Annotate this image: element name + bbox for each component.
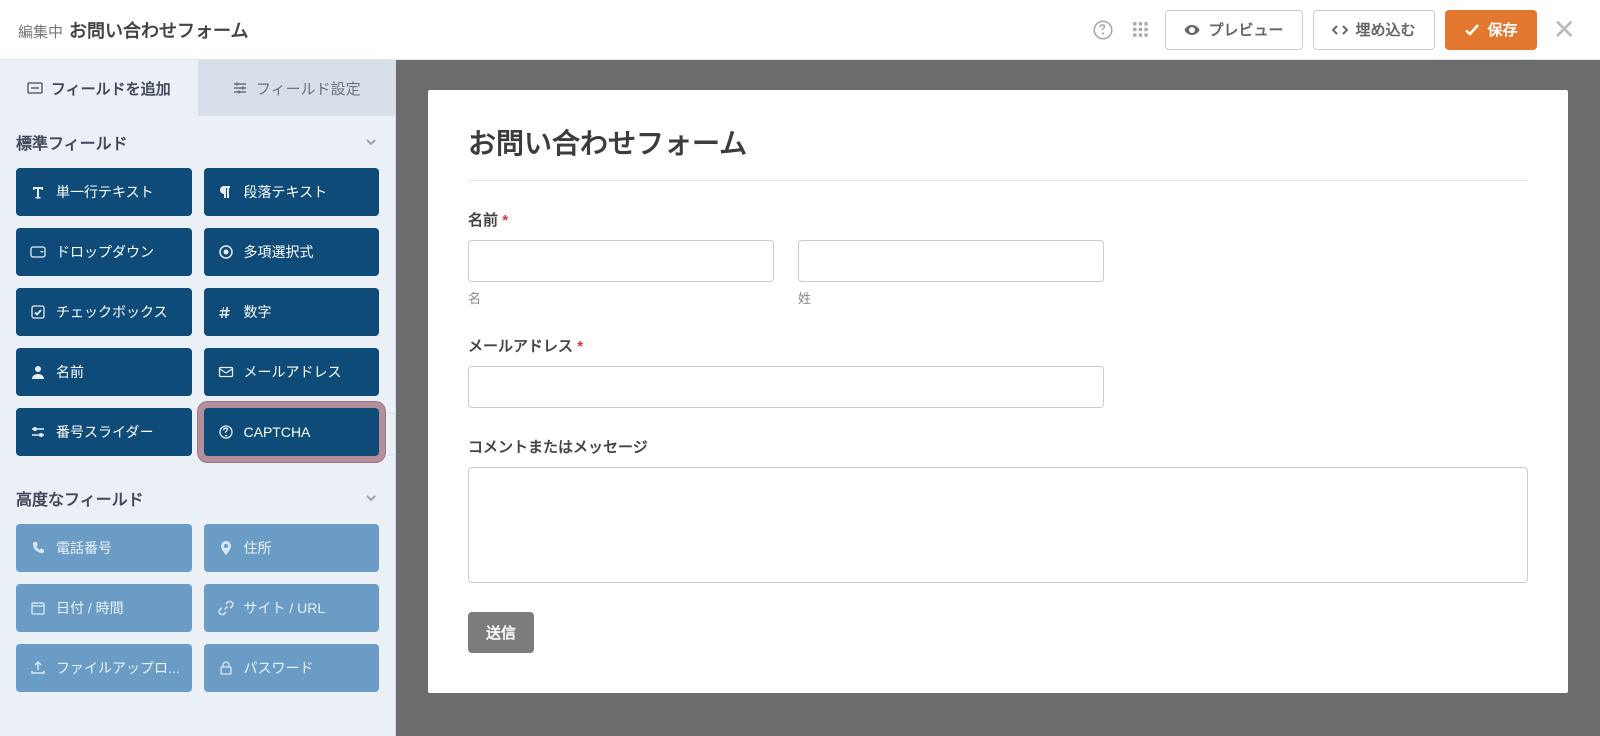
chevron-down-icon (363, 490, 379, 506)
link-icon (218, 600, 234, 616)
slider-icon (30, 424, 46, 440)
field-button-checkbox[interactable]: チェックボックス (16, 288, 192, 336)
address-icon (218, 540, 234, 556)
preview-button[interactable]: プレビュー (1165, 10, 1302, 50)
field-button-label: CAPTCHA (244, 424, 311, 440)
collapse-sidebar-button[interactable] (387, 412, 396, 456)
help-icon[interactable] (1089, 16, 1117, 44)
paragraph-icon (218, 184, 234, 200)
comment-textarea[interactable] (468, 467, 1528, 583)
advanced-field-grid: 電話番号 住所日付 / 時間 サイト / URL ファイルアップロ... パスワード (0, 524, 395, 708)
field-button-email[interactable]: メールアドレス (204, 348, 380, 396)
field-button-slider[interactable]: 番号スライダー (16, 408, 192, 456)
text-icon (30, 184, 46, 200)
submit-label: 送信 (486, 622, 516, 643)
email-icon (218, 364, 234, 380)
field-button-label: サイト / URL (244, 598, 326, 618)
field-button-phone[interactable]: 電話番号 (16, 524, 192, 572)
sliders-icon (232, 80, 248, 96)
eye-icon (1184, 22, 1200, 38)
first-name-input[interactable] (468, 240, 774, 282)
field-email: メールアドレス * (468, 335, 1528, 408)
required-mark: * (502, 212, 508, 229)
field-name: 名前 * 名 姓 (468, 209, 1528, 307)
tab-field-settings[interactable]: フィールド設定 (198, 60, 396, 116)
add-field-icon (27, 80, 43, 96)
field-button-label: ドロップダウン (56, 242, 154, 262)
field-button-label: 数字 (244, 302, 272, 322)
preview-label: プレビュー (1208, 19, 1283, 40)
field-button-label: 段落テキスト (244, 182, 328, 202)
date-icon (30, 600, 46, 616)
name-label: 名前 * (468, 209, 1528, 230)
field-button-number[interactable]: 数字 (204, 288, 380, 336)
apps-grid-icon[interactable] (1127, 16, 1155, 44)
last-name-input[interactable] (798, 240, 1104, 282)
field-button-paragraph[interactable]: 段落テキスト (204, 168, 380, 216)
field-button-link[interactable]: サイト / URL (204, 584, 380, 632)
last-name-sublabel: 姓 (798, 288, 1104, 307)
field-button-radio[interactable]: 多項選択式 (204, 228, 380, 276)
embed-label: 埋め込む (1356, 19, 1416, 40)
field-button-date[interactable]: 日付 / 時間 (16, 584, 192, 632)
field-button-captcha[interactable]: CAPTCHA (204, 408, 380, 456)
check-icon (1464, 22, 1480, 38)
standard-header-label: 標準フィールド (16, 130, 128, 154)
section-advanced-fields[interactable]: 高度なフィールド (0, 472, 395, 524)
field-button-label: 名前 (56, 362, 84, 382)
field-button-label: 電話番号 (56, 538, 112, 558)
chevron-down-icon (363, 134, 379, 150)
advanced-header-label: 高度なフィールド (16, 486, 144, 510)
checkbox-icon (30, 304, 46, 320)
standard-field-grid: 単一行テキスト 段落テキストドロップダウン 多項選択式チェックボックス 数字名前 メール… (0, 168, 395, 472)
required-mark: * (577, 338, 583, 355)
field-button-upload[interactable]: ファイルアップロ... (16, 644, 192, 692)
form-canvas: お問い合わせフォーム 名前 * 名 姓 (428, 90, 1568, 693)
email-label: メールアドレス * (468, 335, 1528, 356)
field-button-label: パスワード (244, 658, 314, 678)
save-button[interactable]: 保存 (1445, 10, 1537, 50)
embed-button[interactable]: 埋め込む (1313, 10, 1435, 50)
field-button-label: チェックボックス (56, 302, 168, 322)
upload-icon (30, 660, 46, 676)
sidebar: フィールドを追加 フィールド設定 標準フィールド 単一行テキスト 段落テキストドロ… (0, 60, 396, 736)
form-title-header: お問い合わせフォーム (69, 17, 248, 43)
close-icon[interactable]: ✕ (1547, 13, 1582, 46)
captcha-icon (218, 424, 234, 440)
radio-icon (218, 244, 234, 260)
save-label: 保存 (1488, 19, 1518, 40)
field-comment: コメントまたはメッセージ (468, 436, 1528, 588)
first-name-sublabel: 名 (468, 288, 774, 307)
field-button-label: 番号スライダー (56, 422, 153, 442)
code-icon (1332, 22, 1348, 38)
field-button-address[interactable]: 住所 (204, 524, 380, 572)
field-button-person[interactable]: 名前 (16, 348, 192, 396)
header: 編集中 お問い合わせフォーム プレビュー 埋め込む 保存 ✕ (0, 0, 1600, 60)
field-button-password[interactable]: パスワード (204, 644, 380, 692)
tab-add-field[interactable]: フィールドを追加 (0, 60, 198, 116)
field-button-dropdown[interactable]: ドロップダウン (16, 228, 192, 276)
field-button-label: メールアドレス (244, 362, 342, 382)
password-icon (218, 660, 234, 676)
field-button-label: ファイルアップロ... (56, 658, 180, 678)
tab-settings-label: フィールド設定 (256, 78, 361, 99)
field-button-label: 日付 / 時間 (56, 598, 124, 618)
email-input[interactable] (468, 366, 1104, 408)
chevron-left-icon (391, 427, 397, 441)
field-button-label: 住所 (244, 538, 272, 558)
phone-icon (30, 540, 46, 556)
submit-button[interactable]: 送信 (468, 612, 534, 653)
field-button-text[interactable]: 単一行テキスト (16, 168, 192, 216)
number-icon (218, 304, 234, 320)
dropdown-icon (30, 244, 46, 260)
field-button-label: 単一行テキスト (56, 182, 154, 202)
comment-label: コメントまたはメッセージ (468, 436, 1528, 457)
section-standard-fields[interactable]: 標準フィールド (0, 116, 395, 168)
field-button-label: 多項選択式 (244, 242, 314, 262)
tab-add-label: フィールドを追加 (51, 78, 171, 99)
form-title: お問い合わせフォーム (468, 122, 1528, 181)
person-icon (30, 364, 46, 380)
canvas-area: お問い合わせフォーム 名前 * 名 姓 (396, 60, 1600, 736)
editing-label: 編集中 (18, 21, 63, 42)
